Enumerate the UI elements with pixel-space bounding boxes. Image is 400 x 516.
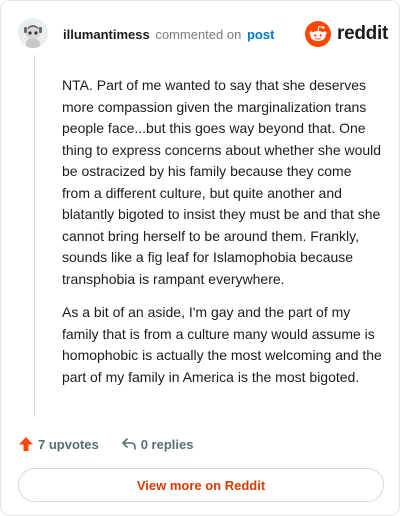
username-link[interactable]: illumantimess [63,27,150,42]
reddit-wordmark: reddit [337,23,388,44]
view-more-button[interactable]: View more on Reddit [18,468,384,502]
thread-line [34,55,35,417]
comment-header: illumantimess commented on post reddit [18,17,388,51]
comment-body: NTA. Part of me wanted to say that she d… [62,75,382,400]
comment-paragraph: NTA. Part of me wanted to say that she d… [62,77,382,287]
comment-meta: illumantimess commented on post [63,27,274,42]
comment-paragraph: As a bit of an aside, I'm gay and the pa… [62,304,382,385]
post-link[interactable]: post [247,27,274,42]
upvote-arrow-icon [19,437,33,451]
comment-actions: 7 upvotes 0 replies [18,433,193,455]
embedded-comment-card: illumantimess commented on post reddit N… [0,0,400,516]
snoo-avatar-icon[interactable] [18,18,48,48]
replies-button[interactable]: 0 replies [121,436,194,452]
upvote-button[interactable]: 7 upvotes [18,436,99,452]
upvote-count: 7 upvotes [38,436,99,452]
reddit-brand[interactable]: reddit [305,21,388,47]
commented-on-text: commented on [155,27,242,42]
reply-count: 0 replies [140,436,194,452]
reply-arrow-icon [121,438,136,450]
reddit-logo-icon [305,21,332,47]
